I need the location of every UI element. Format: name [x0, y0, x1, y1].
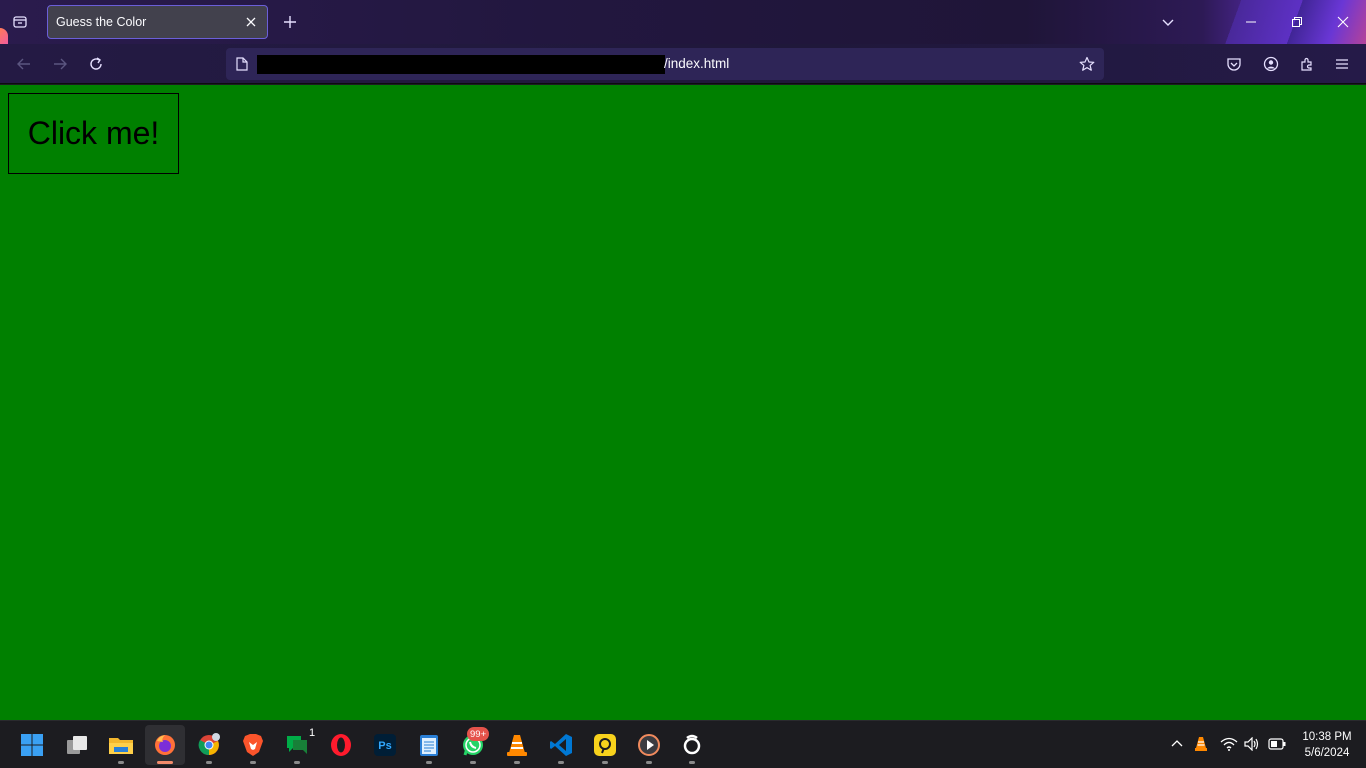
notepad-icon[interactable] [409, 725, 449, 765]
clock-time: 10:38 PM [1302, 731, 1352, 743]
vscode-icon[interactable] [541, 725, 581, 765]
running-indicator [558, 761, 564, 764]
media-player-icon[interactable] [629, 725, 669, 765]
running-indicator [118, 761, 124, 764]
redacted-url-path [257, 55, 665, 74]
close-icon[interactable] [243, 14, 259, 30]
wifi-icon[interactable] [1218, 733, 1240, 755]
minimize-button[interactable] [1228, 0, 1274, 44]
tab-title: Guess the Color [56, 15, 147, 29]
bookmark-star-icon[interactable] [1078, 55, 1096, 73]
volume-icon[interactable] [1241, 733, 1263, 755]
running-indicator [426, 761, 432, 764]
forward-arrow-icon[interactable] [48, 52, 72, 76]
page-content: Click me! [0, 85, 1366, 720]
navigation-toolbar: /index.html [0, 44, 1366, 84]
click-me-button[interactable]: Click me! [8, 93, 179, 174]
reload-icon[interactable] [84, 52, 108, 76]
running-indicator [646, 761, 652, 764]
chrome-icon[interactable] [189, 725, 229, 765]
restore-button[interactable] [1274, 0, 1320, 44]
vlc-tray-icon[interactable] [1190, 733, 1212, 755]
google-chat-icon[interactable]: 1 [277, 725, 317, 765]
task-view-icon[interactable] [57, 725, 97, 765]
chevron-down-icon[interactable] [1156, 10, 1180, 34]
battery-icon[interactable] [1266, 733, 1288, 755]
notification-badge: 1 [308, 727, 316, 739]
list-all-tabs-icon[interactable] [8, 10, 32, 34]
new-tab-icon[interactable] [278, 10, 302, 34]
obs-icon[interactable] [672, 725, 712, 765]
windows-taskbar: 1 Ps 99+ 10:38 PM 5/6/2024 [0, 720, 1366, 768]
running-indicator [470, 761, 476, 764]
running-indicator [602, 761, 608, 764]
running-indicator [250, 761, 256, 764]
browser-tab[interactable]: Guess the Color [47, 5, 268, 39]
tab-strip: Guess the Color [0, 0, 1366, 44]
photoshop-icon[interactable]: Ps [365, 725, 405, 765]
hamburger-menu-icon[interactable] [1330, 52, 1354, 76]
extensions-icon[interactable] [1295, 52, 1319, 76]
account-icon[interactable] [1259, 52, 1283, 76]
system-clock[interactable]: 10:38 PM 5/6/2024 [1296, 729, 1358, 761]
running-indicator [294, 761, 300, 764]
photoshop-label: Ps [378, 740, 391, 752]
clock-date: 5/6/2024 [1304, 747, 1350, 759]
start-icon[interactable] [12, 725, 52, 765]
opera-icon[interactable] [321, 725, 361, 765]
running-indicator [514, 761, 520, 764]
running-indicator [206, 761, 212, 764]
file-explorer-icon[interactable] [101, 725, 141, 765]
running-indicator [689, 761, 695, 764]
chevron-up-icon[interactable] [1166, 733, 1188, 755]
close-window-button[interactable] [1320, 0, 1366, 44]
firefox-icon[interactable] [145, 725, 185, 765]
vlc-icon[interactable] [497, 725, 537, 765]
notification-badge: 99+ [467, 727, 490, 741]
page-icon [234, 56, 250, 72]
pocket-icon[interactable] [1222, 52, 1246, 76]
brave-icon[interactable] [233, 725, 273, 765]
anydesk-icon[interactable] [585, 725, 625, 765]
theme-decoration [0, 28, 8, 44]
back-arrow-icon[interactable] [12, 52, 36, 76]
address-bar[interactable]: /index.html [226, 48, 1104, 80]
running-indicator [157, 761, 173, 764]
url-text: /index.html [664, 56, 730, 71]
whatsapp-icon[interactable]: 99+ [453, 725, 493, 765]
